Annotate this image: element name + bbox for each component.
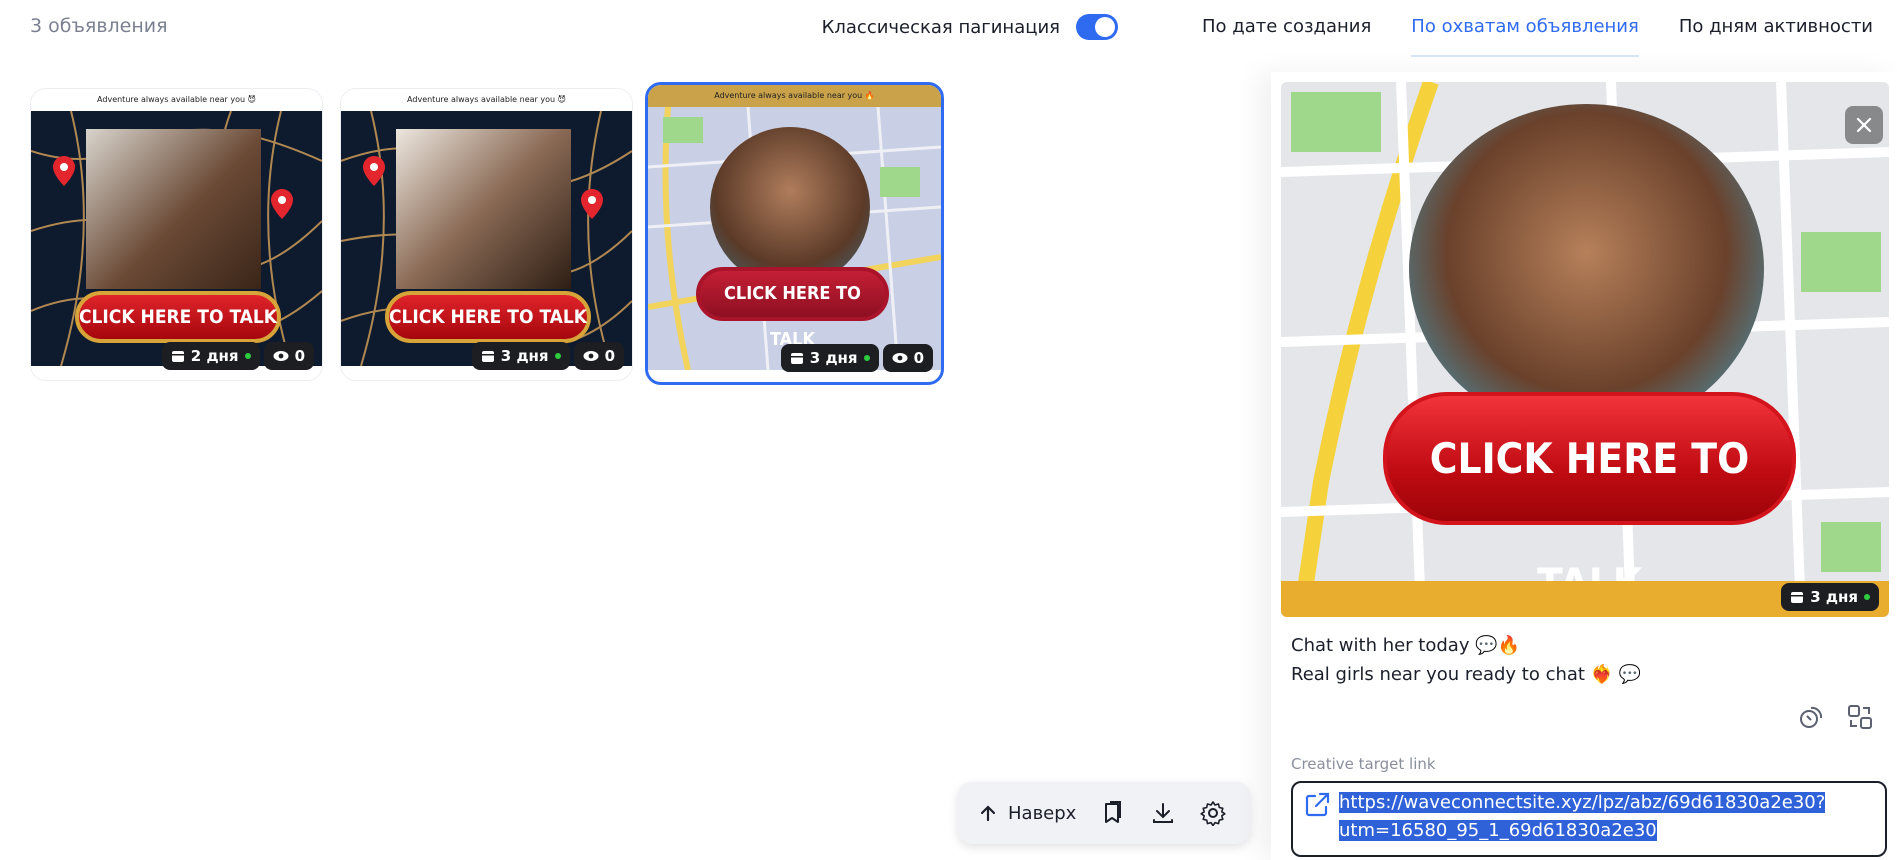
model-photo: [396, 129, 571, 289]
map-pin-icon: [581, 189, 603, 219]
translate-icon[interactable]: [1847, 704, 1873, 730]
card-badges: 3 дня 0: [471, 342, 624, 370]
pagination-label: Классическая пагинация: [821, 16, 1061, 38]
close-button[interactable]: [1845, 106, 1883, 144]
ad-card-selected[interactable]: Adventure always available near you 🔥 CL…: [645, 82, 944, 385]
sort-by-date[interactable]: По дате создания: [1202, 16, 1371, 39]
link-line-2: utm=16580_95_1_69d61830a2e30: [1339, 820, 1657, 841]
preview-days-value: 3 дня: [1810, 588, 1858, 606]
model-photo: [710, 127, 870, 287]
days-value: 3 дня: [500, 347, 549, 365]
views-badge: 0: [882, 344, 933, 372]
ad-description: Real girls near you ready to chat ❤️‍🔥 💬: [1291, 664, 1642, 685]
calendar-icon: [790, 353, 803, 364]
close-icon: [1856, 117, 1872, 133]
calendar-icon: [171, 351, 184, 362]
target-link-field[interactable]: https://waveconnectsite.xyz/lpz/abz/69d6…: [1291, 781, 1887, 857]
preview-cta-banner: CLICK HERE TO TALK: [1383, 392, 1796, 608]
preview-model-photo: [1409, 104, 1764, 434]
link-label: Creative target link: [1291, 755, 1436, 773]
bookmark-icon[interactable]: [1100, 800, 1126, 826]
creative-preview: CLICK HERE TO TALK 3 дня: [1281, 82, 1889, 617]
views-value: 0: [604, 347, 615, 365]
map-pin-icon: [363, 156, 385, 186]
external-link-icon[interactable]: [1303, 791, 1331, 819]
ad-headline: Adventure always available near you 🔥: [648, 85, 941, 107]
pagination-toggle[interactable]: [1076, 14, 1119, 40]
days-value: 3 дня: [809, 349, 858, 367]
days-value: 2 дня: [190, 347, 239, 365]
views-badge: 0: [263, 342, 314, 370]
toggle-knob: [1095, 17, 1116, 37]
sort-bar: Классическая пагинация По дате создания …: [821, 14, 1873, 57]
cta-banner: CLICK HERE TO TALK: [696, 267, 889, 350]
target-link-text[interactable]: https://waveconnectsite.xyz/lpz/abz/69d6…: [1339, 789, 1859, 845]
days-badge: 2 дня: [161, 342, 260, 370]
views-value: 0: [913, 349, 924, 367]
arrow-up-icon: [980, 805, 996, 822]
ad-headline: Adventure always available near you 😈: [31, 89, 322, 111]
gear-icon[interactable]: [1200, 800, 1226, 826]
copy-icon[interactable]: [1799, 704, 1825, 730]
active-dot: [244, 353, 251, 359]
model-photo: [86, 129, 261, 289]
map-pin-icon: [271, 189, 293, 219]
eye-icon: [583, 351, 599, 361]
cta-banner: CLICK HERE TO TALK: [385, 291, 591, 343]
ad-creative: CLICK HERE TO TALK: [31, 111, 322, 366]
ad-card[interactable]: Adventure always available near you 😈 CL…: [30, 88, 323, 381]
preview-days-badge: 3 дня: [1781, 583, 1879, 611]
views-value: 0: [294, 347, 305, 365]
ad-creative: CLICK HERE TO TALK: [341, 111, 632, 366]
days-badge: 3 дня: [780, 344, 879, 372]
floating-toolbar: Наверх: [958, 782, 1250, 844]
ad-creative: CLICK HERE TO TALK: [648, 107, 941, 370]
ad-headline: Adventure always available near you 😈: [341, 89, 632, 111]
card-badges: 3 дня 0: [780, 344, 933, 372]
calendar-icon: [1791, 592, 1804, 603]
sort-by-activity-days[interactable]: По дням активности: [1679, 16, 1873, 39]
cta-banner: CLICK HERE TO TALK: [75, 291, 281, 343]
map-pin-icon: [53, 156, 75, 186]
card-badges: 2 дня 0: [161, 342, 314, 370]
ad-detail-panel: CLICK HERE TO TALK 3 дня Chat with her t…: [1271, 72, 1897, 860]
scroll-top-label: Наверх: [1008, 802, 1077, 824]
days-badge: 3 дня: [471, 342, 570, 370]
ad-card[interactable]: Adventure always available near you 😈 CL…: [340, 88, 633, 381]
calendar-icon: [481, 351, 494, 362]
ad-title: Chat with her today 💬🔥: [1291, 635, 1521, 656]
active-dot: [554, 353, 561, 359]
link-line-1: https://waveconnectsite.xyz/lpz/abz/69d6…: [1339, 792, 1826, 813]
eye-icon: [892, 353, 908, 363]
download-icon[interactable]: [1150, 800, 1176, 826]
active-dot: [1864, 594, 1870, 600]
ads-count: 3 объявления: [30, 15, 168, 37]
sort-by-reach[interactable]: По охватам объявления: [1411, 16, 1639, 57]
views-badge: 0: [573, 342, 624, 370]
scroll-top-button[interactable]: Наверх: [978, 803, 1076, 824]
active-dot: [863, 355, 870, 361]
eye-icon: [273, 351, 289, 361]
